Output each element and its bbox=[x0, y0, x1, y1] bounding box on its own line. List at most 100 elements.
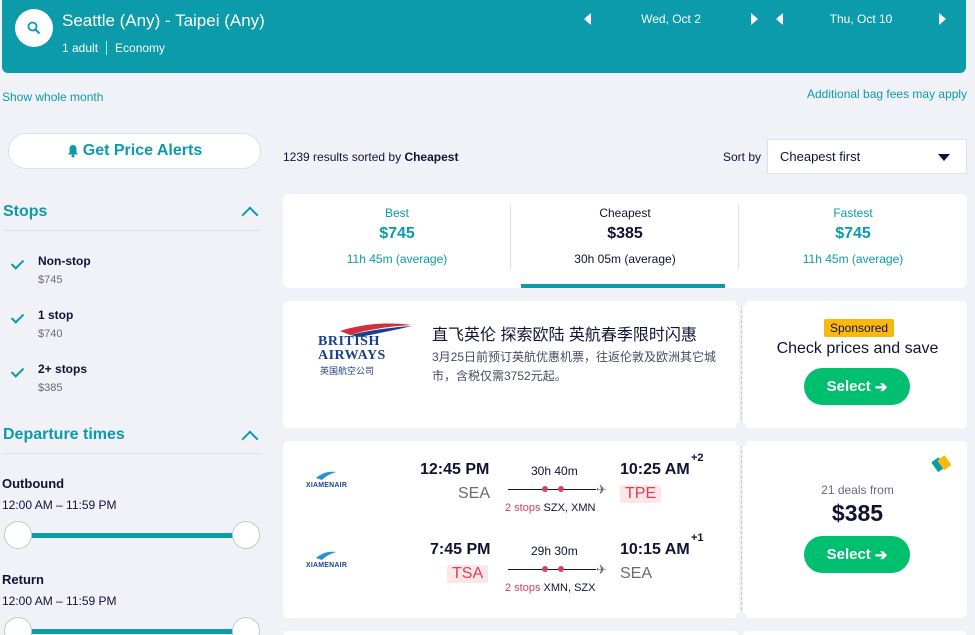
stop-dot bbox=[558, 486, 564, 492]
stops-filter-title[interactable]: Stops bbox=[3, 203, 47, 221]
tab-price: $745 bbox=[835, 225, 871, 242]
leg-route-line bbox=[508, 489, 596, 490]
return-time-range: 12:00 AM – 11:59 PM bbox=[2, 594, 117, 608]
depart-time: 12:45 PM bbox=[420, 461, 490, 478]
stop-option-price: $740 bbox=[38, 328, 63, 340]
outbound-label: Outbound bbox=[2, 476, 65, 491]
one-stop-checkbox[interactable] bbox=[10, 311, 25, 326]
collapse-stops-chevron-icon[interactable] bbox=[241, 206, 259, 224]
leg-route-line bbox=[508, 569, 596, 570]
leg-duration: 29h 30m bbox=[531, 544, 578, 558]
stops-count: 2 stops bbox=[505, 582, 541, 594]
ba-wordmark-line: AIRWAYS bbox=[318, 348, 386, 363]
ad-title[interactable]: 直飞英伦 探索欧陆 英航春季限时闪惠 bbox=[432, 321, 697, 345]
ticket-notch bbox=[735, 295, 747, 307]
divider bbox=[106, 41, 108, 55]
day-offset: +2 bbox=[691, 452, 704, 464]
plane-icon: ✈ bbox=[596, 482, 607, 497]
tab-price: $385 bbox=[607, 225, 643, 242]
xiamen-air-logo: XIAMENAIR bbox=[306, 551, 362, 573]
airline-name: XIAMENAIR bbox=[306, 482, 348, 489]
return-slider-end-handle[interactable] bbox=[232, 617, 260, 635]
stop-filter-1-stop[interactable]: 1 stop $740 bbox=[10, 308, 250, 348]
tab-fastest[interactable]: Fastest $745 11h 45m (average) bbox=[739, 194, 967, 288]
return-date-nav: Thu, Oct 10 bbox=[776, 12, 946, 26]
tab-name: Best bbox=[384, 206, 409, 220]
return-slider-start-handle[interactable] bbox=[4, 617, 32, 635]
ticket-notch bbox=[735, 435, 747, 447]
stops-airports: SZX, XMN bbox=[543, 502, 596, 514]
prev-return-date-icon[interactable] bbox=[776, 13, 783, 25]
arrive-time: 10:15 AM bbox=[620, 541, 690, 558]
chevron-down-icon bbox=[938, 154, 950, 161]
arrive-time: 10:25 AM bbox=[620, 461, 690, 478]
stops-airports: XMN, SZX bbox=[543, 582, 596, 594]
prev-depart-date-icon[interactable] bbox=[584, 13, 591, 25]
sort-select-value: Cheapest first bbox=[780, 149, 861, 164]
depart-time: 7:45 PM bbox=[430, 541, 491, 558]
sponsored-badge: Sponsored bbox=[824, 319, 895, 337]
divider bbox=[3, 230, 261, 231]
cabin-class: Economy bbox=[115, 41, 166, 55]
departure-times-filter-title[interactable]: Departure times bbox=[3, 426, 125, 444]
price-tag-icon[interactable] bbox=[931, 455, 953, 473]
price-alerts-label: Get Price Alerts bbox=[82, 142, 203, 159]
leg-stops[interactable]: 2 stops XMN, SZX bbox=[505, 582, 595, 594]
ba-wordmark-line: BRITISH bbox=[318, 334, 380, 349]
stops-count: 2 stops bbox=[505, 502, 541, 514]
xiamen-air-logo: XIAMENAIR bbox=[306, 471, 362, 493]
tab-duration: 11h 45m (average) bbox=[346, 252, 448, 266]
stop-filter-2-plus-stops[interactable]: 2+ stops $385 bbox=[10, 362, 250, 402]
ticket-notch bbox=[735, 612, 747, 624]
search-button[interactable] bbox=[15, 9, 53, 47]
ba-wordmark: BRITISH AIRWAYS bbox=[318, 335, 386, 363]
tab-price: $745 bbox=[379, 225, 415, 242]
outbound-slider-end-handle[interactable] bbox=[232, 521, 260, 549]
return-label: Return bbox=[2, 572, 44, 587]
return-date[interactable]: Thu, Oct 10 bbox=[783, 12, 939, 26]
depart-date[interactable]: Wed, Oct 2 bbox=[591, 12, 751, 26]
next-result-card[interactable] bbox=[283, 631, 739, 635]
depart-airport: TSA bbox=[447, 565, 489, 583]
divider bbox=[3, 453, 261, 454]
flight-select-button[interactable]: Select ➔ bbox=[804, 536, 910, 573]
get-price-alerts-button[interactable]: Get Price Alerts bbox=[8, 133, 261, 169]
arrow-right-icon: ➔ bbox=[874, 378, 888, 396]
sort-select[interactable]: Cheapest first bbox=[767, 139, 967, 174]
next-depart-date-icon[interactable] bbox=[751, 13, 758, 25]
egret-icon bbox=[316, 551, 336, 560]
active-tab-indicator bbox=[521, 284, 725, 288]
collapse-departure-times-chevron-icon[interactable] bbox=[241, 430, 259, 448]
two-plus-stops-checkbox[interactable] bbox=[10, 365, 25, 380]
show-whole-month-link[interactable]: Show whole month bbox=[2, 90, 103, 104]
nonstop-checkbox[interactable] bbox=[10, 257, 25, 272]
bag-fees-link[interactable]: Additional bag fees may apply bbox=[807, 87, 967, 101]
tab-duration: 30h 05m (average) bbox=[574, 252, 676, 266]
leg-stops[interactable]: 2 stops SZX, XMN bbox=[505, 502, 595, 514]
outbound-slider-start-handle[interactable] bbox=[4, 521, 32, 549]
airline-name: XIAMENAIR bbox=[306, 562, 348, 569]
divider bbox=[741, 445, 742, 615]
tab-cheapest[interactable]: Cheapest $385 30h 05m (average) bbox=[511, 194, 739, 288]
stop-dot bbox=[558, 566, 564, 572]
ad-cta-text: Check prices and save bbox=[776, 340, 939, 357]
stop-filter-nonstop[interactable]: Non-stop $745 bbox=[10, 254, 250, 294]
ba-chinese-name: 英国航空公司 bbox=[320, 366, 375, 376]
tab-best[interactable]: Best $745 11h 45m (average) bbox=[283, 194, 511, 288]
stop-option-price: $745 bbox=[38, 274, 63, 286]
route-title[interactable]: Seattle (Any) - Taipei (Any) bbox=[62, 11, 265, 31]
next-return-date-icon[interactable] bbox=[939, 13, 946, 25]
outbound-time-slider[interactable] bbox=[18, 533, 246, 538]
return-time-slider[interactable] bbox=[18, 629, 246, 634]
search-summary-header: Seattle (Any) - Taipei (Any) 1 adult Eco… bbox=[2, 0, 966, 73]
bell-icon bbox=[67, 145, 78, 158]
results-count: 1239 bbox=[283, 150, 310, 164]
next-result-price-panel bbox=[743, 631, 967, 635]
deals-count: 21 deals from bbox=[821, 483, 894, 497]
arrow-right-icon: ➔ bbox=[874, 546, 888, 564]
stop-dot bbox=[542, 486, 548, 492]
ad-select-button[interactable]: Select ➔ bbox=[804, 368, 910, 405]
passenger-cabin-summary[interactable]: 1 adult Economy bbox=[62, 41, 165, 55]
depart-airport: SEA bbox=[458, 485, 491, 502]
arrive-airport: TPE bbox=[620, 485, 662, 503]
